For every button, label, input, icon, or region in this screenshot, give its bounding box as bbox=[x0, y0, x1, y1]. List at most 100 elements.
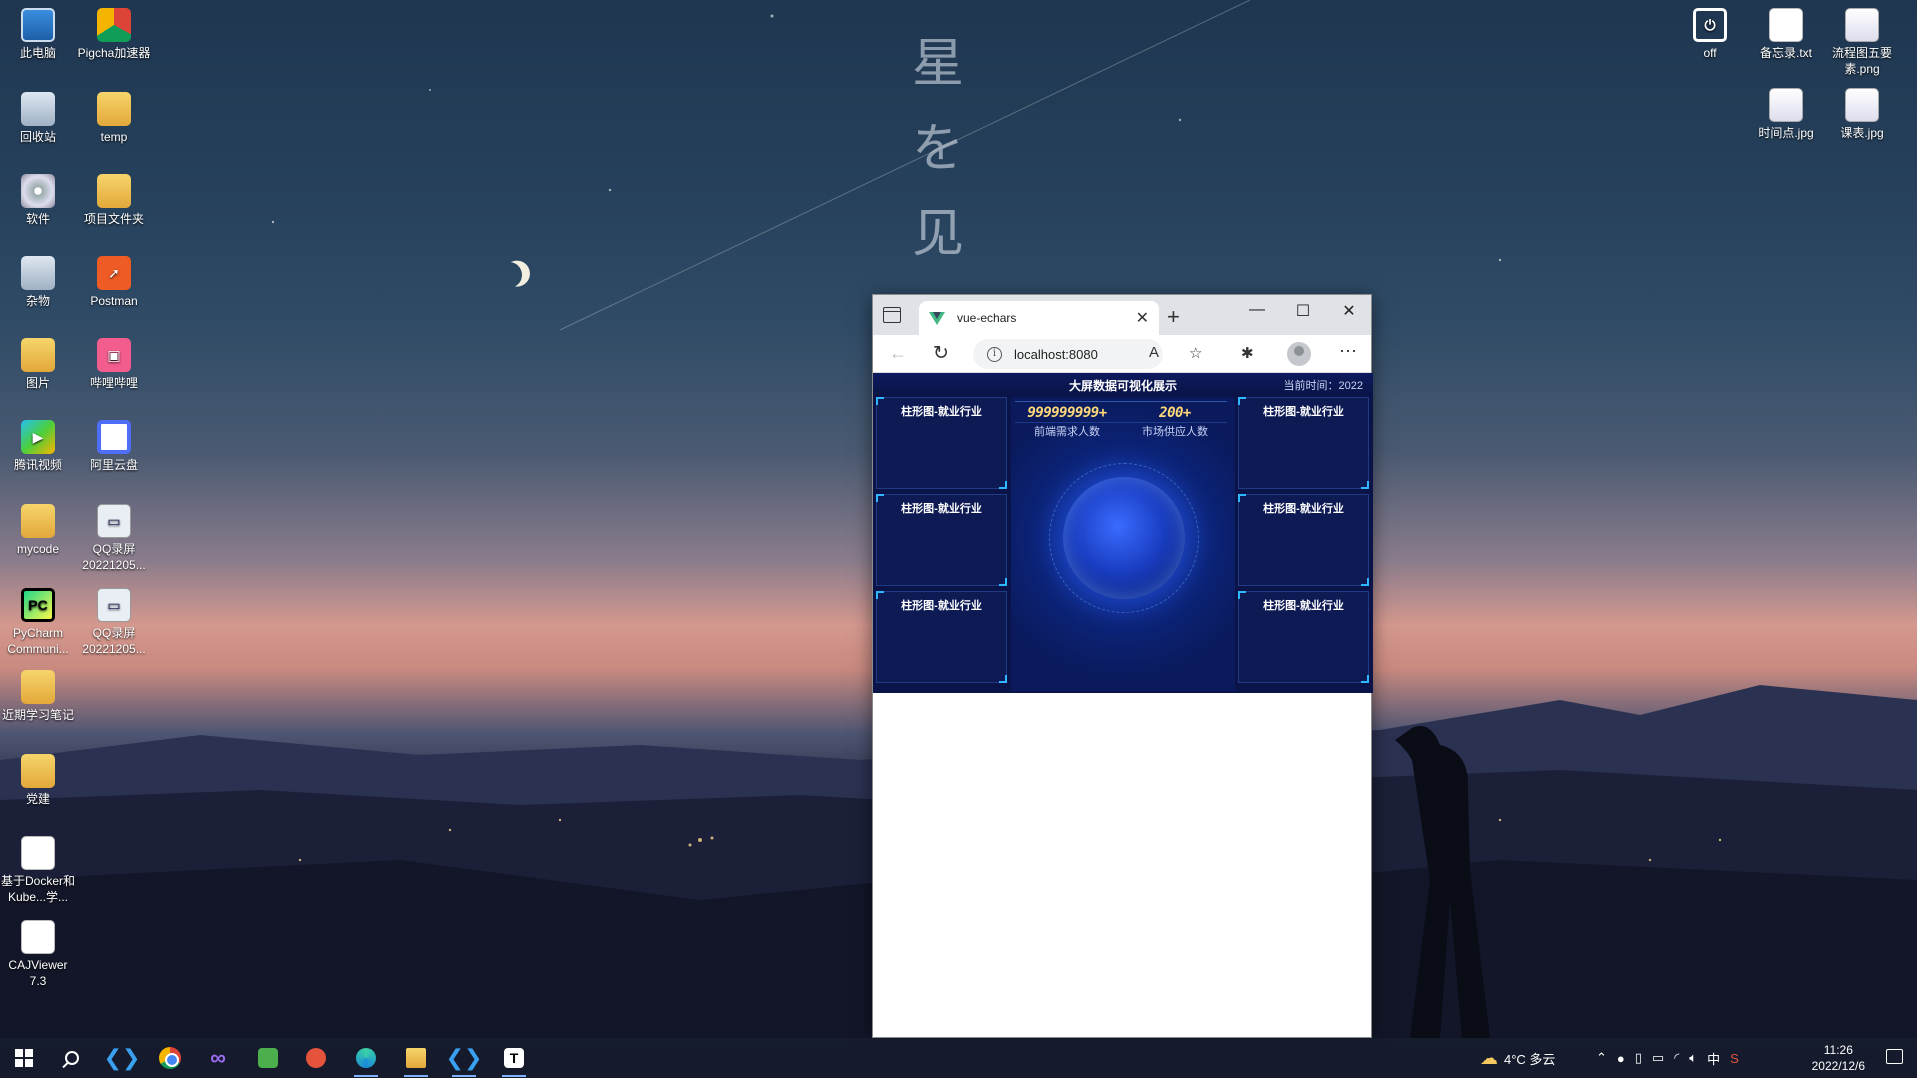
taskbar-vscode[interactable]: ❮❯ bbox=[104, 1044, 141, 1072]
weather-widget[interactable]: ☁ 4°C 多云 bbox=[1480, 1038, 1555, 1078]
taskbar-visual-studio[interactable]: ∞ bbox=[200, 1044, 236, 1072]
taskbar-app-red[interactable] bbox=[298, 1044, 334, 1072]
volume-icon[interactable]: 🔈︎ bbox=[1689, 1050, 1697, 1066]
desktop-icon-mycode[interactable]: mycode bbox=[0, 504, 76, 557]
address-bar[interactable]: i localhost:8080 bbox=[973, 339, 1163, 369]
profile-avatar[interactable] bbox=[1287, 342, 1311, 366]
cloud-sun-icon: ☁ bbox=[1480, 1047, 1498, 1068]
folder-icon bbox=[97, 174, 131, 208]
clock-time: 11:26 bbox=[1823, 1043, 1853, 1057]
desktop-icon-software[interactable]: 软件 bbox=[0, 174, 76, 227]
chart-panel-right-3: 柱形图-就业行业 bbox=[1238, 591, 1369, 683]
document-icon bbox=[21, 920, 55, 954]
aliyun-drive-icon bbox=[97, 420, 131, 454]
desktop-icon-postman[interactable]: ➚ Postman bbox=[76, 256, 152, 309]
desktop-icon-pictures[interactable]: 图片 bbox=[0, 338, 76, 391]
system-tray: ⌃ ● ▯ ▭ ◜ 🔈︎ 中 S bbox=[1596, 1038, 1739, 1078]
desktop-icon-memo[interactable]: 备忘录.txt bbox=[1748, 8, 1824, 61]
panel-title: 柱形图-就业行业 bbox=[1263, 503, 1344, 515]
chevron-up-icon[interactable]: ⌃ bbox=[1596, 1050, 1607, 1066]
taskbar-app-green[interactable] bbox=[250, 1044, 286, 1072]
reload-icon[interactable]: ↻ bbox=[933, 342, 949, 365]
taskbar-typora[interactable]: T bbox=[496, 1044, 532, 1077]
wifi-icon[interactable]: ◜ bbox=[1674, 1050, 1679, 1066]
taskbar-chrome[interactable] bbox=[152, 1044, 188, 1072]
tab-bar: vue-echars ✕ + — ☐ ✕ bbox=[873, 295, 1371, 335]
favorites-icon[interactable]: ☆ bbox=[1189, 344, 1202, 362]
more-options-icon[interactable]: ··· bbox=[1339, 340, 1357, 361]
globe-graphic bbox=[1063, 477, 1185, 599]
folder-icon bbox=[21, 504, 55, 538]
video-file-icon: ▭ bbox=[97, 588, 131, 622]
desktop-icon-misc[interactable]: 杂物 bbox=[0, 256, 76, 309]
desktop-icon-cajviewer[interactable]: CAJViewer 7.3 bbox=[0, 920, 76, 989]
battery-icon[interactable]: ▭ bbox=[1652, 1050, 1664, 1066]
desktop-icon-flowchart[interactable]: 流程图五要素.png bbox=[1824, 8, 1900, 77]
taskbar-vscode-2[interactable]: ❮❯ bbox=[445, 1044, 483, 1077]
chart-panel-left-2: 柱形图-就业行业 bbox=[876, 494, 1007, 586]
panel-title: 柱形图-就业行业 bbox=[901, 406, 982, 418]
taskbar-search-button[interactable] bbox=[54, 1044, 90, 1072]
desktop-icon-timepoint[interactable]: 时间点.jpg bbox=[1748, 88, 1824, 141]
close-window-button[interactable]: ✕ bbox=[1333, 301, 1365, 321]
folder-icon bbox=[97, 92, 131, 126]
tab-actions-icon[interactable] bbox=[883, 307, 901, 323]
decor-char: 星 bbox=[911, 34, 964, 94]
desktop-icon-pigcha[interactable]: Pigcha加速器 bbox=[76, 8, 152, 61]
taskbar-file-explorer[interactable] bbox=[398, 1044, 434, 1077]
notification-icon[interactable] bbox=[1886, 1049, 1903, 1064]
desktop-icon-pycharm[interactable]: PC PyCharm Communi... bbox=[0, 588, 76, 657]
desktop-icon-tencent-video[interactable]: ▶ 腾讯视频 bbox=[0, 420, 76, 473]
folder-icon bbox=[21, 754, 55, 788]
read-aloud-icon[interactable]: A bbox=[1149, 344, 1159, 361]
chart-panel-right-2: 柱形图-就业行业 bbox=[1238, 494, 1369, 586]
minimize-button[interactable]: — bbox=[1241, 301, 1273, 319]
address-toolbar: ← ↻ i localhost:8080 A ☆ ✱ ··· bbox=[873, 335, 1371, 373]
decor-char: を bbox=[911, 119, 964, 179]
visual-studio-icon: ∞ bbox=[210, 1045, 226, 1070]
drive-icon bbox=[21, 256, 55, 290]
desktop-icon-qq-recording-2[interactable]: ▭ QQ录屏20221205... bbox=[76, 588, 152, 657]
desktop-icon-schedule[interactable]: 课表.jpg bbox=[1824, 88, 1900, 141]
desktop-icon-party-building[interactable]: 党建 bbox=[0, 754, 76, 807]
dvd-drive-icon bbox=[21, 174, 55, 208]
tab-close-icon[interactable]: ✕ bbox=[1136, 308, 1149, 328]
power-icon: ⏻ bbox=[1693, 8, 1727, 42]
video-file-icon: ▭ bbox=[97, 504, 131, 538]
desktop-icon-project-folder[interactable]: 项目文件夹 bbox=[76, 174, 152, 227]
maximize-button[interactable]: ☐ bbox=[1287, 301, 1319, 321]
new-tab-button[interactable]: + bbox=[1167, 304, 1180, 330]
stat-demand-label: 前端需求人数 bbox=[1034, 426, 1100, 438]
desktop-icon-bilibili[interactable]: ▣ 哔哩哔哩 bbox=[76, 338, 152, 391]
pigcha-icon bbox=[97, 8, 131, 42]
site-info-icon[interactable]: i bbox=[987, 346, 1002, 362]
qq-icon[interactable]: ● bbox=[1617, 1051, 1625, 1066]
desktop-icon-study-notes[interactable]: 近期学习笔记 bbox=[0, 670, 76, 723]
taskbar-clock[interactable]: 11:26 2022/12/6 bbox=[1812, 1042, 1865, 1074]
image-file-icon bbox=[1845, 8, 1879, 42]
sogou-icon[interactable]: S bbox=[1730, 1051, 1739, 1066]
desktop-icon-docker-doc[interactable]: 基于Docker和Kube...学... bbox=[0, 836, 76, 905]
windows-start-icon bbox=[15, 1049, 33, 1067]
tab-title: vue-echars bbox=[957, 311, 1017, 325]
vue-logo-icon bbox=[929, 311, 945, 325]
image-file-icon bbox=[1769, 88, 1803, 122]
desktop-icon-recycle-bin[interactable]: 回收站 bbox=[0, 92, 76, 145]
back-arrow-icon[interactable]: ← bbox=[889, 343, 907, 364]
tablet-icon[interactable]: ▯ bbox=[1635, 1050, 1642, 1066]
start-button[interactable] bbox=[6, 1044, 42, 1072]
app-red-icon bbox=[306, 1048, 326, 1068]
desktop-icon-this-pc[interactable]: 此电脑 bbox=[0, 8, 76, 61]
desktop-icon-qq-recording-1[interactable]: ▭ QQ录屏20221205... bbox=[76, 504, 152, 573]
document-icon bbox=[21, 836, 55, 870]
vscode-icon: ❮❯ bbox=[445, 1045, 483, 1070]
url-text: localhost:8080 bbox=[1014, 346, 1098, 362]
browser-tab[interactable]: vue-echars ✕ bbox=[919, 301, 1159, 335]
desktop-icon-off[interactable]: ⏻ off bbox=[1672, 8, 1748, 61]
extensions-icon[interactable]: ✱ bbox=[1241, 344, 1254, 362]
input-method-icon[interactable]: 中 bbox=[1707, 1049, 1720, 1068]
desktop-icon-temp[interactable]: temp bbox=[76, 92, 152, 145]
taskbar-edge[interactable] bbox=[348, 1044, 384, 1077]
desktop-icon-aliyun-drive[interactable]: 阿里云盘 bbox=[76, 420, 152, 473]
folder-icon bbox=[21, 670, 55, 704]
